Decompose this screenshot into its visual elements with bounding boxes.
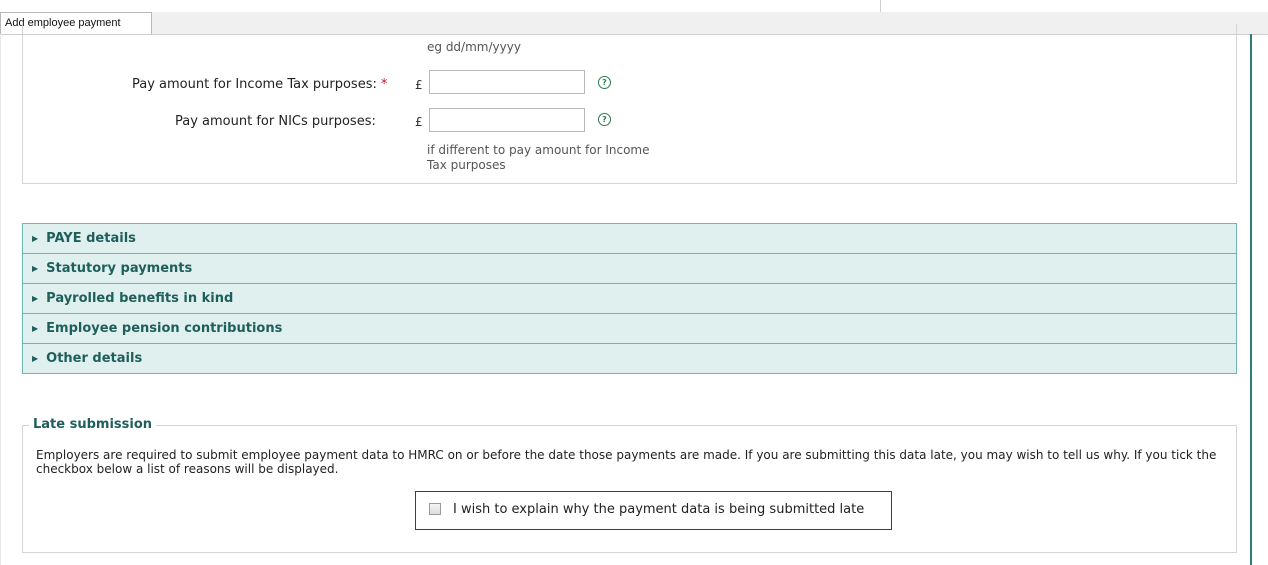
accordion-pension-contributions[interactable]: ▶ Employee pension contributions xyxy=(23,313,1236,343)
accordion-other-details[interactable]: ▶ Other details xyxy=(23,343,1236,373)
caret-right-icon: ▶ xyxy=(32,234,39,243)
late-submission-text: Employers are required to submit employe… xyxy=(36,448,1217,476)
late-reason-checkbox[interactable] xyxy=(429,503,441,515)
caret-right-icon: ▶ xyxy=(32,354,39,363)
details-accordion: ▶ PAYE details ▶ Statutory payments ▶ Pa… xyxy=(22,223,1237,374)
accordion-label: Employee pension contributions xyxy=(46,321,283,336)
income-tax-pay-label: Pay amount for Income Tax purposes: * xyxy=(132,77,387,92)
pound-symbol: £ xyxy=(415,115,423,129)
nics-hint-line1: if different to pay amount for Income xyxy=(427,143,650,157)
caret-right-icon: ▶ xyxy=(32,294,39,303)
top-divider xyxy=(880,0,881,12)
late-reason-checkbox-group[interactable]: I wish to explain why the payment data i… xyxy=(415,491,892,530)
accordion-label: Payrolled benefits in kind xyxy=(46,291,234,306)
left-rule xyxy=(0,34,1,565)
income-tax-pay-input[interactable] xyxy=(429,70,585,94)
accordion-paye-details[interactable]: ▶ PAYE details xyxy=(23,224,1236,253)
caret-right-icon: ▶ xyxy=(32,324,39,333)
late-submission-legend: Late submission xyxy=(29,417,157,432)
accordion-label: Other details xyxy=(46,351,143,366)
nics-hint-line2: Tax purposes xyxy=(427,158,506,172)
help-icon[interactable]: ? xyxy=(598,113,611,126)
nics-hint: if different to pay amount for Income Ta… xyxy=(427,143,650,173)
accordion-label: PAYE details xyxy=(46,231,136,246)
help-icon[interactable]: ? xyxy=(598,76,611,89)
required-marker: * xyxy=(380,77,388,92)
caret-right-icon: ▶ xyxy=(32,264,39,273)
late-submission-box xyxy=(22,425,1237,553)
nics-pay-input[interactable] xyxy=(429,108,585,132)
late-reason-checkbox-label[interactable]: I wish to explain why the payment data i… xyxy=(453,502,864,517)
date-format-hint: eg dd/mm/yyyy xyxy=(427,40,521,54)
scroll-rule xyxy=(1250,34,1252,565)
accordion-label: Statutory payments xyxy=(46,261,193,276)
pound-symbol: £ xyxy=(415,78,423,92)
nics-pay-label: Pay amount for NICs purposes: xyxy=(175,114,376,129)
accordion-payrolled-benefits[interactable]: ▶ Payrolled benefits in kind xyxy=(23,283,1236,313)
accordion-statutory-payments[interactable]: ▶ Statutory payments xyxy=(23,253,1236,283)
income-tax-pay-label-text: Pay amount for Income Tax purposes: xyxy=(132,77,377,92)
